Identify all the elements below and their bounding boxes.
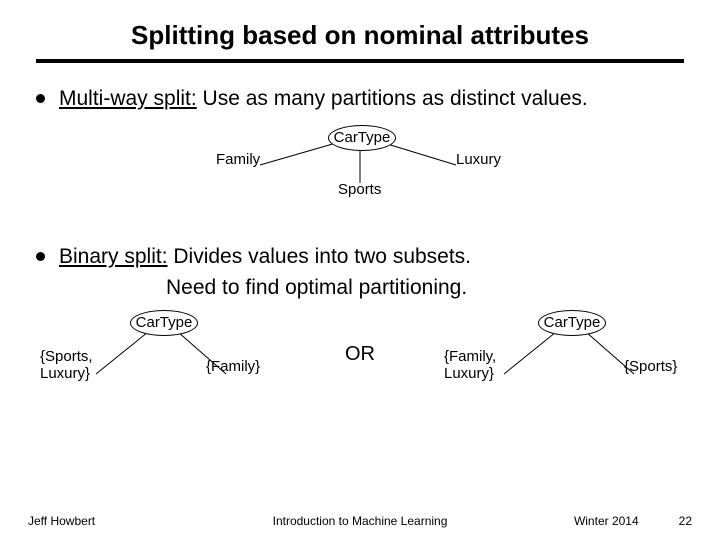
- multiway-node: CarType: [328, 125, 396, 151]
- binary-label: Binary split:: [59, 245, 168, 268]
- title-rule: [36, 59, 684, 63]
- bullet-binary: Binary split: Divides values into two su…: [36, 243, 684, 271]
- binary-line1: Divides values into two subsets.: [168, 245, 471, 268]
- multiway-right-leaf: Luxury: [456, 151, 501, 168]
- binary-left-left-leaf: {Sports, Luxury}: [40, 348, 93, 382]
- binary-tree-right: CarType {Family, Luxury} {Sports}: [434, 304, 684, 404]
- bullet-multiway: Multi-way split: Use as many partitions …: [36, 85, 684, 113]
- multiway-label: Multi-way split:: [59, 87, 197, 110]
- binary-tree-left: CarType {Sports, Luxury} {Family}: [36, 304, 286, 404]
- multiway-left-leaf: Family: [216, 151, 260, 168]
- footer-center: Introduction to Machine Learning: [0, 514, 720, 528]
- slide-title: Splitting based on nominal attributes: [36, 20, 684, 51]
- footer: Jeff Howbert Introduction to Machine Lea…: [0, 514, 720, 528]
- binary-row: CarType {Sports, Luxury} {Family} OR Car…: [36, 304, 684, 404]
- or-label: OR: [337, 343, 383, 366]
- bullet-dot-icon: [36, 94, 45, 103]
- binary-left-right-leaf: {Family}: [206, 358, 260, 375]
- bullet-dot-icon: [36, 252, 45, 261]
- multiway-text: Use as many partitions as distinct value…: [197, 87, 588, 110]
- multiway-tree: CarType Family Sports Luxury: [36, 121, 684, 231]
- binary-left-node: CarType: [130, 310, 198, 336]
- binary-right-right-leaf: {Sports}: [624, 358, 677, 375]
- binary-line2: Need to find optimal partitioning.: [166, 274, 684, 302]
- binary-right-left-leaf: {Family, Luxury}: [444, 348, 496, 382]
- multiway-mid-leaf: Sports: [338, 181, 381, 198]
- binary-right-node: CarType: [538, 310, 606, 336]
